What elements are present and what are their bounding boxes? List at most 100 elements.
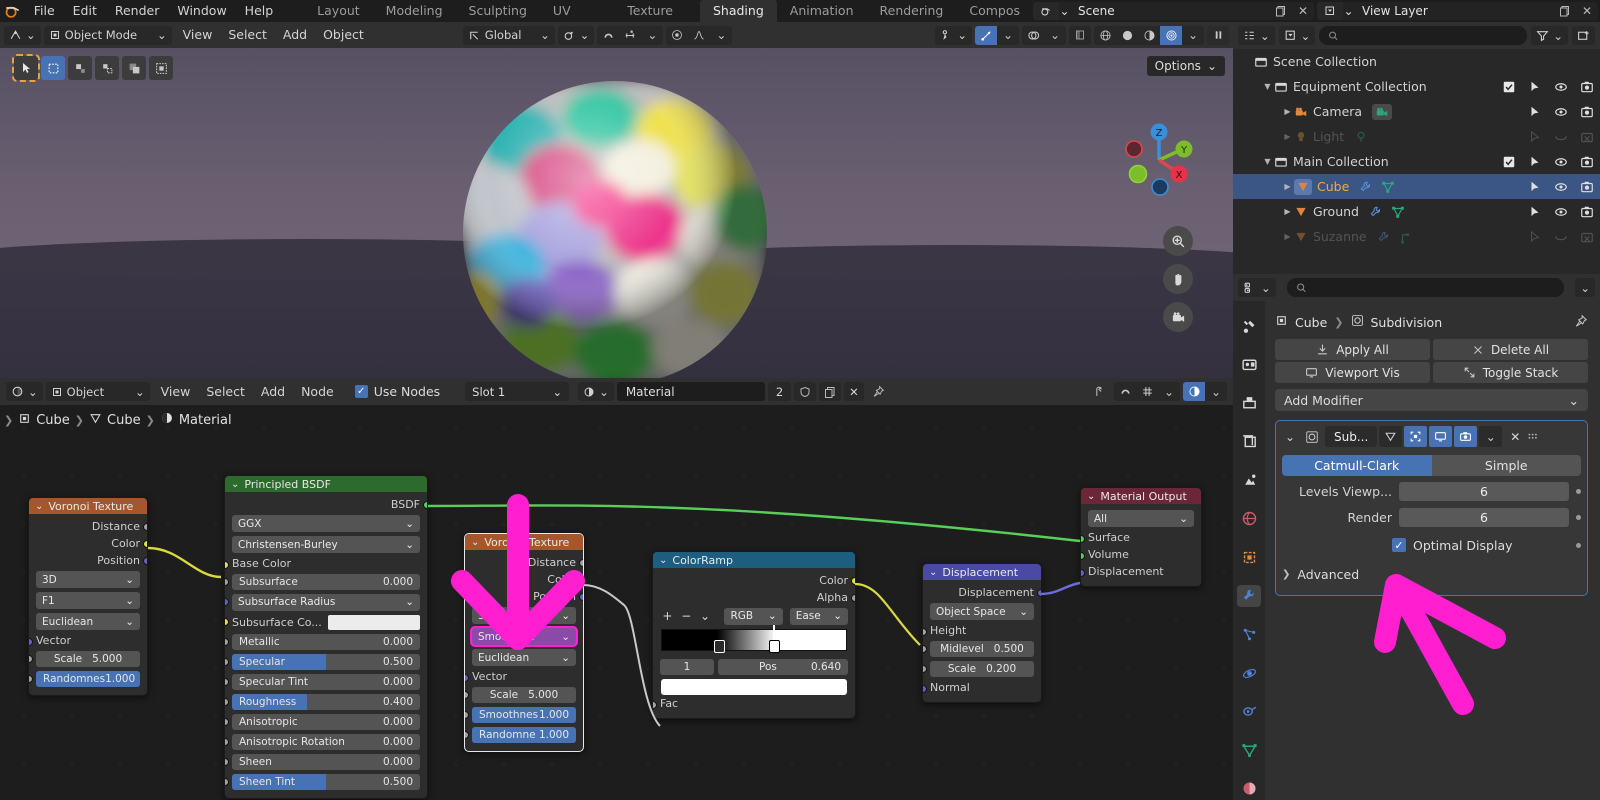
eye-closed-icon[interactable]: [1554, 230, 1568, 244]
chevron-down-icon[interactable]: ⌄: [1044, 26, 1066, 45]
search-field[interactable]: [1312, 281, 1556, 294]
tweak-select-icon[interactable]: [12, 54, 40, 82]
properties-tab-object[interactable]: [1237, 546, 1261, 569]
editor-type-selector[interactable]: ⌄: [1238, 278, 1276, 297]
top-menu-edit[interactable]: Edit: [64, 0, 106, 22]
cursor-icon[interactable]: [1528, 80, 1542, 94]
rotate-icon[interactable]: [122, 56, 146, 80]
chevron-right-icon[interactable]: ❯: [4, 414, 13, 427]
animate-property-icon[interactable]: [1576, 514, 1581, 520]
pan-hand-icon[interactable]: [1163, 264, 1193, 294]
camera-icon[interactable]: [1580, 155, 1594, 169]
add-modifier-button[interactable]: Add Modifier ⌄: [1275, 389, 1588, 411]
disclosure-triangle-icon[interactable]: ▶: [1281, 232, 1294, 241]
falloff-curve-icon[interactable]: [688, 26, 710, 45]
modifier-extras-icon[interactable]: ⌄: [1479, 426, 1503, 447]
blender-logo-icon[interactable]: [0, 0, 25, 22]
workspace-tab-sculpting[interactable]: Sculpting: [456, 0, 540, 22]
shader-type-selector[interactable]: Object ⌄: [45, 382, 150, 401]
editor-type-selector[interactable]: ⌄: [4, 25, 41, 45]
top-menu-render[interactable]: Render: [106, 0, 169, 22]
viewport-canvas[interactable]: Options ⌄ Z Y X: [0, 48, 1233, 378]
wireframe-icon[interactable]: [1094, 26, 1116, 45]
fake-user-icon[interactable]: [794, 382, 817, 401]
eye-icon[interactable]: [1554, 155, 1568, 169]
move-icon[interactable]: [95, 56, 119, 80]
delete-all-button[interactable]: Delete All: [1433, 339, 1588, 360]
properties-tab-modifier[interactable]: [1237, 584, 1261, 608]
overlays-icon[interactable]: [1022, 26, 1044, 45]
drag-handle-icon[interactable]: [1525, 429, 1541, 444]
levels-viewport-value[interactable]: 6: [1399, 481, 1569, 501]
node-menu-view[interactable]: View: [153, 379, 199, 405]
eye-closed-icon[interactable]: [1554, 130, 1568, 144]
scale-icon[interactable]: [149, 56, 173, 80]
object-mode-selector[interactable]: Object Mode ⌄: [43, 25, 172, 45]
outliner-row-camera[interactable]: ▶ Camera: [1233, 99, 1600, 124]
new-collection-icon[interactable]: [1572, 26, 1595, 45]
top-menu-file[interactable]: File: [25, 0, 64, 22]
eye-icon[interactable]: [1554, 180, 1568, 194]
disclosure-triangle-icon[interactable]: ▶: [1281, 207, 1294, 216]
properties-options-icon[interactable]: ⌄: [1575, 278, 1595, 297]
cursor-off-icon[interactable]: [1528, 130, 1542, 144]
toggle-stack-button[interactable]: Toggle Stack: [1433, 362, 1588, 383]
disclosure-triangle-icon[interactable]: ▶: [1281, 182, 1294, 191]
cursor-icon[interactable]: [1528, 105, 1542, 119]
outliner-row-cube[interactable]: ▶ Cube: [1233, 174, 1600, 199]
camera-icon[interactable]: [1580, 105, 1594, 119]
disclosure-triangle-icon[interactable]: ▼: [1261, 157, 1274, 166]
animate-property-icon[interactable]: [1576, 542, 1581, 548]
editor-type-selector[interactable]: ⌄: [6, 382, 43, 401]
node-menu-node[interactable]: Node: [293, 379, 342, 405]
workspace-tab-animation[interactable]: Animation: [777, 0, 867, 22]
gizmo-icon[interactable]: [975, 25, 997, 45]
navigation-gizmo[interactable]: Z Y X: [1119, 120, 1199, 200]
xray-icon[interactable]: [1069, 25, 1091, 45]
workspace-tab-rendering[interactable]: Rendering: [867, 0, 957, 22]
outliner-row-scene-collection[interactable]: Scene Collection: [1233, 49, 1600, 74]
rendered-icon[interactable]: [1160, 25, 1182, 45]
viewport-menu-view[interactable]: View: [175, 22, 221, 48]
outliner-row-ground[interactable]: ▶ Ground: [1233, 199, 1600, 224]
magnet-icon[interactable]: [597, 26, 619, 45]
chevron-down-icon[interactable]: ⌄: [1182, 26, 1204, 45]
display-mode-selector[interactable]: ⌄: [1278, 26, 1316, 45]
properties-tab-physics[interactable]: [1237, 662, 1261, 685]
eye-icon[interactable]: [1554, 205, 1568, 219]
node-canvas[interactable]: ❯ Cube ❯ Cube ❯ Material ⌄ Voronoi Textu…: [0, 405, 1233, 800]
view-layer-name[interactable]: View Layer: [1354, 2, 1554, 20]
segment-simple[interactable]: Simple: [1431, 455, 1581, 476]
workspace-tab-texture-paint[interactable]: Texture Paint: [614, 0, 700, 40]
remove-scene-button[interactable]: ✕: [1292, 2, 1314, 20]
transform-orientation-selector[interactable]: Global ⌄: [462, 25, 555, 45]
chevron-down-icon[interactable]: ⌄: [1205, 382, 1227, 401]
material-users-count[interactable]: 2: [767, 382, 792, 401]
cursor-icon[interactable]: [1528, 205, 1542, 219]
node-menu-add[interactable]: Add: [253, 379, 293, 405]
advanced-section[interactable]: ❯ Advanced: [1282, 561, 1581, 587]
viewport-menu-add[interactable]: Add: [275, 22, 315, 48]
top-menu-help[interactable]: Help: [236, 0, 283, 22]
box-select-icon[interactable]: [41, 56, 65, 80]
chevron-down-icon[interactable]: ⌄: [710, 26, 732, 45]
snap-target-icon[interactable]: [619, 26, 641, 45]
search-field[interactable]: [1345, 29, 1519, 42]
collapse-icon[interactable]: ⌄: [1282, 429, 1298, 444]
browse-material-button[interactable]: ⌄: [578, 382, 614, 401]
view-layer-selector[interactable]: ⌄ View Layer ✕: [1317, 2, 1598, 20]
disclosure-triangle-icon[interactable]: ▼: [1261, 82, 1274, 91]
eye-icon[interactable]: [1554, 80, 1568, 94]
viewport-options-button[interactable]: Options ⌄: [1146, 56, 1225, 76]
material-preview-icon[interactable]: [1183, 382, 1205, 401]
material-preview-icon[interactable]: [1138, 26, 1160, 45]
material-name-field[interactable]: Material: [616, 382, 765, 401]
scene-selector[interactable]: ⌄ Scene ✕: [1033, 2, 1314, 20]
outliner-row-main-collection[interactable]: ▼ Main Collection: [1233, 149, 1600, 174]
chevron-down-icon[interactable]: ⌄: [997, 26, 1019, 45]
cursor-off-icon[interactable]: [1528, 230, 1542, 244]
checkbox-checked[interactable]: [1502, 155, 1516, 169]
workspace-tab-layout[interactable]: Layout: [304, 0, 373, 22]
light-object-data-icon[interactable]: [1354, 130, 1368, 144]
properties-tab-world[interactable]: [1237, 508, 1261, 531]
